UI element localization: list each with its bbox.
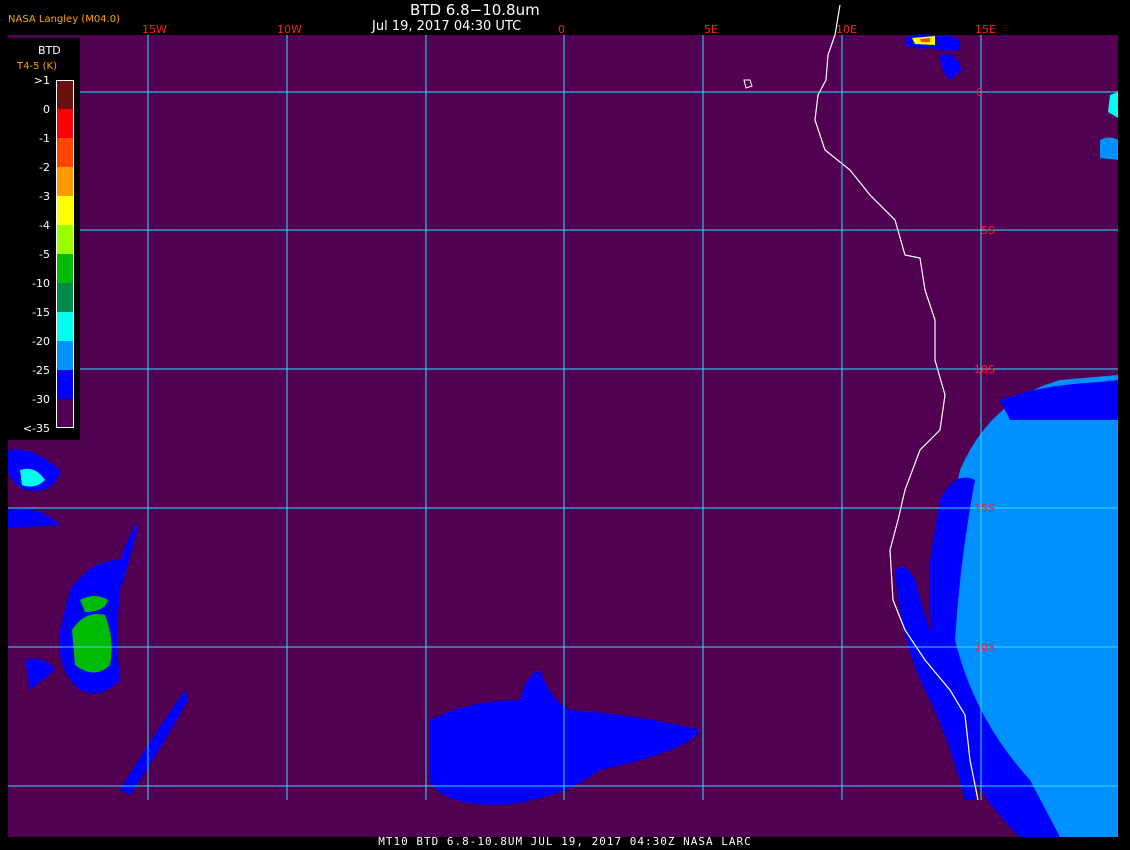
lon-labels: 15W 10W 0 5E 10E 15E bbox=[142, 23, 996, 36]
lon-label: 0 bbox=[558, 23, 565, 36]
lat-label: 15S bbox=[974, 502, 995, 515]
legend-title: BTD bbox=[38, 44, 61, 57]
lat-label: 5S bbox=[981, 224, 995, 237]
legend-label: -3 bbox=[39, 190, 50, 203]
legend-label: -10 bbox=[32, 277, 50, 290]
satellite-map: 15W 10W 0 5E 10E 15E 0 5S 10S 15S 20S bbox=[8, 4, 1118, 837]
lat-label: 10S bbox=[974, 363, 995, 376]
product-title: BTD 6.8−10.8um bbox=[410, 1, 540, 19]
legend-label: -5 bbox=[39, 248, 50, 261]
legend-frame bbox=[56, 80, 74, 428]
lon-label: 15E bbox=[975, 23, 996, 36]
legend-label: -20 bbox=[32, 335, 50, 348]
timestamp: Jul 19, 2017 04:30 UTC bbox=[372, 19, 522, 34]
legend-label: -25 bbox=[32, 364, 50, 377]
legend-label: -2 bbox=[39, 161, 50, 174]
legend-label: -4 bbox=[39, 219, 50, 232]
legend-label: -1 bbox=[39, 132, 50, 145]
legend-label: 0 bbox=[43, 103, 50, 116]
legend-label: <-35 bbox=[22, 422, 50, 435]
legend-label: >1 bbox=[33, 74, 50, 87]
lat-label: 0 bbox=[976, 86, 983, 99]
lon-label: 10E bbox=[836, 23, 857, 36]
credit-label: NASA Langley (M04.0) bbox=[8, 14, 120, 25]
legend-label: -15 bbox=[32, 306, 50, 319]
legend-units: T4-5 (K) bbox=[17, 61, 57, 72]
lat-label: 20S bbox=[974, 641, 995, 654]
lon-label: 15W bbox=[142, 23, 167, 36]
lon-label: 5E bbox=[704, 23, 718, 36]
lon-label: 10W bbox=[277, 23, 302, 36]
legend-label: -30 bbox=[32, 393, 50, 406]
footer-caption: MT10 BTD 6.8-10.8UM JUL 19, 2017 04:30Z … bbox=[378, 835, 752, 848]
